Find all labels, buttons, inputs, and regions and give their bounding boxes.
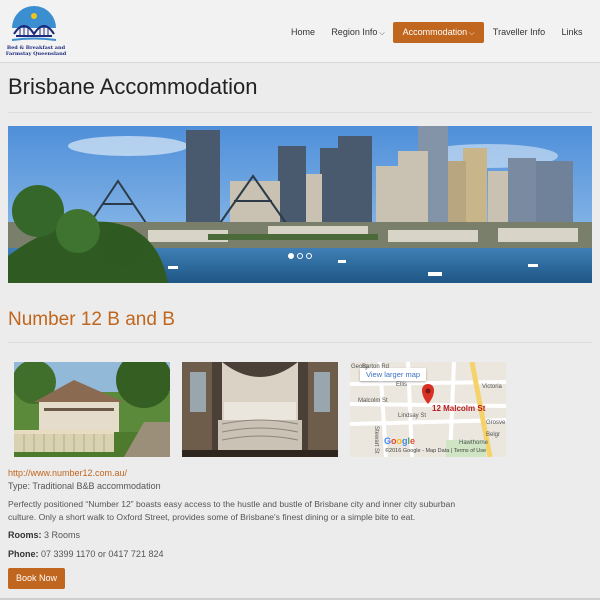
- listing-title: Number 12 B and B: [8, 309, 175, 330]
- bridge-logo-icon: [10, 6, 58, 44]
- map-street-label: Grosve: [486, 420, 506, 426]
- chevron-down-icon: ⌵: [379, 30, 385, 37]
- nav-region-info[interactable]: Region Info ⌵: [328, 22, 388, 43]
- google-letter: e: [410, 436, 416, 446]
- bedroom-photo[interactable]: [182, 362, 338, 457]
- nav-region-label: Region Info: [331, 27, 378, 37]
- map-copyright-text: ©2016 Google - Map Data: [385, 448, 450, 454]
- map-street-label: Hawthorne: [459, 440, 489, 446]
- image-carousel[interactable]: [8, 126, 592, 283]
- carousel-dot-3[interactable]: [306, 253, 312, 259]
- nav-traveller-info[interactable]: Traveller Info: [489, 22, 549, 43]
- listing-type: Type: Traditional B&B accommodation: [8, 481, 161, 491]
- phone-label: Phone:: [8, 549, 39, 559]
- divider: [8, 112, 592, 113]
- map-address-label: 12 Malcolm St: [432, 404, 486, 413]
- brisbane-skyline-image: [8, 126, 592, 283]
- google-logo: Google: [384, 436, 415, 446]
- map-street-label: Stewart St: [373, 426, 379, 454]
- book-now-button[interactable]: Book Now: [8, 568, 65, 589]
- divider: [8, 342, 592, 343]
- listing-rooms: Rooms: 3 Rooms: [8, 530, 80, 540]
- map-copyright: ©2016 Google - Map Data | Terms of Use: [385, 448, 487, 454]
- bedroom-interior-image: [182, 362, 338, 457]
- map-street-label: Malcolm St: [358, 398, 388, 404]
- rooms-label: Rooms:: [8, 530, 42, 540]
- phone-value: 07 3399 1170 or 0417 721 824: [41, 549, 164, 559]
- nav-links[interactable]: Links: [558, 22, 586, 43]
- house-exterior-image: [14, 362, 170, 457]
- listing-website-link[interactable]: http://www.number12.com.au/: [8, 468, 127, 478]
- nav-home[interactable]: Home: [283, 22, 323, 43]
- rooms-value: 3 Rooms: [44, 530, 81, 540]
- map-street-label: Belgr: [486, 432, 501, 438]
- page-title: Brisbane Accommodation: [8, 74, 258, 99]
- carousel-dot-1[interactable]: [288, 253, 294, 259]
- map-street-label: Victoria: [482, 384, 502, 390]
- logo-line-2: Farmstay Queensland: [5, 51, 67, 57]
- listing-description: Perfectly positioned “Number 12” boasts …: [8, 499, 456, 522]
- nav-accommodation[interactable]: Accommodation ⌵: [393, 22, 484, 43]
- map-terms-link[interactable]: Terms of Use: [454, 448, 486, 454]
- listing-phone: Phone: 07 3399 1170 or 0417 721 824: [8, 549, 163, 559]
- logo-text: Bed & Breakfast and Farmstay Queensland: [4, 45, 68, 57]
- house-photo[interactable]: [14, 362, 170, 457]
- nav-home-label: Home: [290, 27, 315, 37]
- nav-traveller-label: Traveller Info: [492, 27, 546, 37]
- nav-accommodation-label: Accommodation: [402, 27, 468, 37]
- map-street-label: Lindsay St: [398, 413, 427, 419]
- google-letter: G: [384, 436, 392, 446]
- navbar: Bed & Breakfast and Farmstay Queensland …: [0, 0, 600, 63]
- nav-links-label: Links: [561, 27, 583, 37]
- site-logo[interactable]: Bed & Breakfast and Farmstay Queensland: [4, 4, 66, 60]
- chevron-down-icon: ⌵: [469, 30, 475, 37]
- map-street-label: Ellis: [396, 382, 408, 388]
- map-street-label: Barton Rd: [362, 364, 390, 370]
- carousel-dot-2[interactable]: [297, 253, 303, 259]
